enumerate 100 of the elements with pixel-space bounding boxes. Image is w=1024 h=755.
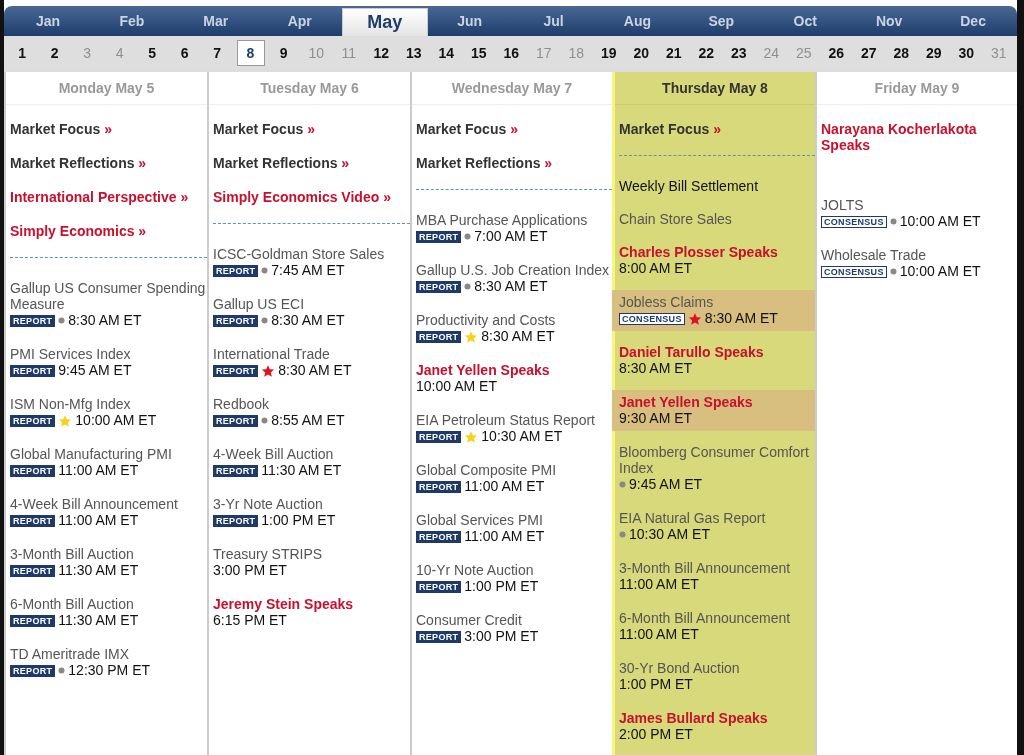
date-link[interactable]: 21: [657, 41, 690, 65]
date-link[interactable]: 7: [201, 41, 234, 65]
event-link[interactable]: Janet Yellen Speaks: [416, 362, 550, 378]
featured-link[interactable]: International Perspective »: [10, 189, 207, 205]
event-link[interactable]: Chain Store Sales: [619, 211, 732, 227]
event-link[interactable]: 3-Month Bill Auction: [10, 546, 134, 562]
date-link[interactable]: 30: [950, 41, 983, 65]
event-link[interactable]: Jobless Claims: [619, 294, 714, 310]
month-tab[interactable]: Nov: [847, 6, 932, 36]
event-link[interactable]: International Trade: [213, 346, 330, 362]
date-link[interactable]: 14: [430, 41, 463, 65]
date-link[interactable]: 15: [462, 41, 495, 65]
month-tab[interactable]: Feb: [89, 6, 174, 36]
report-badge[interactable]: REPORT: [416, 480, 462, 493]
report-badge[interactable]: REPORT: [213, 464, 259, 477]
consensus-badge[interactable]: CONSENSUS: [619, 312, 685, 325]
report-badge[interactable]: REPORT: [416, 630, 462, 643]
date-link[interactable]: 8: [236, 40, 265, 66]
report-badge[interactable]: REPORT: [10, 664, 56, 677]
event-link[interactable]: James Bullard Speaks: [619, 710, 768, 726]
commentary-link[interactable]: Market Reflections »: [416, 155, 612, 171]
event-link[interactable]: Gallup U.S. Job Creation Index: [416, 262, 609, 278]
date-link[interactable]: 16: [495, 41, 528, 65]
event-link[interactable]: JOLTS: [821, 197, 864, 213]
date-link[interactable]: 13: [397, 41, 430, 65]
event-link[interactable]: EIA Natural Gas Report: [619, 510, 766, 526]
event-link[interactable]: Gallup US Consumer Spending Measure: [10, 280, 207, 312]
date-link[interactable]: 23: [722, 41, 755, 65]
event-link[interactable]: EIA Petroleum Status Report: [416, 412, 595, 428]
event-link[interactable]: 30-Yr Bond Auction: [619, 660, 740, 676]
date-link[interactable]: 28: [885, 41, 918, 65]
event-link[interactable]: 4-Week Bill Auction: [213, 446, 334, 462]
event-link[interactable]: TD Ameritrade IMX: [10, 646, 130, 662]
event-link[interactable]: 3-Yr Note Auction: [213, 496, 323, 512]
report-badge[interactable]: REPORT: [416, 580, 462, 593]
report-badge[interactable]: REPORT: [213, 314, 259, 327]
event-link[interactable]: Global Manufacturing PMI: [10, 446, 172, 462]
event-link[interactable]: Global Composite PMI: [416, 462, 557, 478]
consensus-badge[interactable]: CONSENSUS: [821, 265, 887, 278]
report-badge[interactable]: REPORT: [213, 264, 259, 277]
report-badge[interactable]: REPORT: [213, 414, 259, 427]
event-link[interactable]: MBA Purchase Applications: [416, 212, 588, 228]
event-link[interactable]: 10-Yr Note Auction: [416, 562, 534, 578]
report-badge[interactable]: REPORT: [10, 414, 56, 427]
report-badge[interactable]: REPORT: [416, 430, 462, 443]
event-link[interactable]: 4-Week Bill Announcement: [10, 496, 178, 512]
event-link[interactable]: Charles Plosser Speaks: [619, 244, 778, 260]
commentary-link[interactable]: Market Focus »: [416, 121, 612, 137]
event-link[interactable]: 6-Month Bill Auction: [10, 596, 134, 612]
report-badge[interactable]: REPORT: [10, 464, 56, 477]
event-link[interactable]: Productivity and Costs: [416, 312, 556, 328]
month-tab[interactable]: May: [341, 8, 428, 36]
report-badge[interactable]: REPORT: [416, 330, 462, 343]
event-link[interactable]: Wholesale Trade: [821, 247, 927, 263]
report-badge[interactable]: REPORT: [416, 530, 462, 543]
event-link[interactable]: ICSC-Goldman Store Sales: [213, 246, 385, 262]
report-badge[interactable]: REPORT: [213, 514, 259, 527]
report-badge[interactable]: REPORT: [213, 364, 259, 377]
event-link[interactable]: Bloomberg Consumer Comfort Index: [619, 444, 815, 476]
month-tab[interactable]: Dec: [931, 6, 1016, 36]
month-tab[interactable]: Oct: [763, 6, 848, 36]
month-tab[interactable]: Jun: [427, 6, 512, 36]
report-badge[interactable]: REPORT: [10, 364, 56, 377]
date-link[interactable]: 2: [38, 41, 71, 65]
month-tab[interactable]: Aug: [595, 6, 680, 36]
event-link[interactable]: Daniel Tarullo Speaks: [619, 344, 764, 360]
report-badge[interactable]: REPORT: [416, 230, 462, 243]
commentary-link[interactable]: Market Focus »: [619, 121, 815, 137]
report-badge[interactable]: REPORT: [416, 280, 462, 293]
featured-link[interactable]: Simply Economics »: [10, 223, 207, 239]
date-link[interactable]: 12: [365, 41, 398, 65]
event-link[interactable]: PMI Services Index: [10, 346, 131, 362]
event-link[interactable]: Gallup US ECI: [213, 296, 305, 312]
report-badge[interactable]: REPORT: [10, 564, 56, 577]
commentary-link[interactable]: Market Focus »: [10, 121, 207, 137]
date-link[interactable]: 1: [6, 41, 39, 65]
month-tab[interactable]: Mar: [173, 6, 258, 36]
commentary-link[interactable]: Market Reflections »: [10, 155, 207, 171]
report-badge[interactable]: REPORT: [10, 314, 56, 327]
date-link[interactable]: 9: [267, 41, 300, 65]
event-link[interactable]: Global Services PMI: [416, 512, 543, 528]
event-link[interactable]: 3-Month Bill Announcement: [619, 560, 791, 576]
date-link[interactable]: 6: [168, 41, 201, 65]
date-link[interactable]: 20: [625, 41, 658, 65]
event-link[interactable]: Jeremy Stein Speaks: [213, 596, 354, 612]
event-link[interactable]: Consumer Credit: [416, 612, 522, 628]
date-link[interactable]: 29: [917, 41, 950, 65]
month-tab[interactable]: Sep: [679, 6, 764, 36]
event-link[interactable]: 6-Month Bill Announcement: [619, 610, 791, 626]
month-tab[interactable]: Jul: [511, 6, 596, 36]
event-link[interactable]: Treasury STRIPS: [213, 546, 323, 562]
date-link[interactable]: 22: [690, 41, 723, 65]
featured-link[interactable]: Narayana Kocherlakota Speaks: [821, 121, 1017, 153]
date-link[interactable]: 27: [852, 41, 885, 65]
commentary-link[interactable]: Market Focus »: [213, 121, 410, 137]
featured-link[interactable]: Simply Economics Video »: [213, 189, 410, 205]
date-link[interactable]: 26: [820, 41, 853, 65]
event-link[interactable]: ISM Non-Mfg Index: [10, 396, 131, 412]
event-link[interactable]: Weekly Bill Settlement: [619, 178, 758, 194]
month-tab[interactable]: Apr: [257, 6, 342, 36]
